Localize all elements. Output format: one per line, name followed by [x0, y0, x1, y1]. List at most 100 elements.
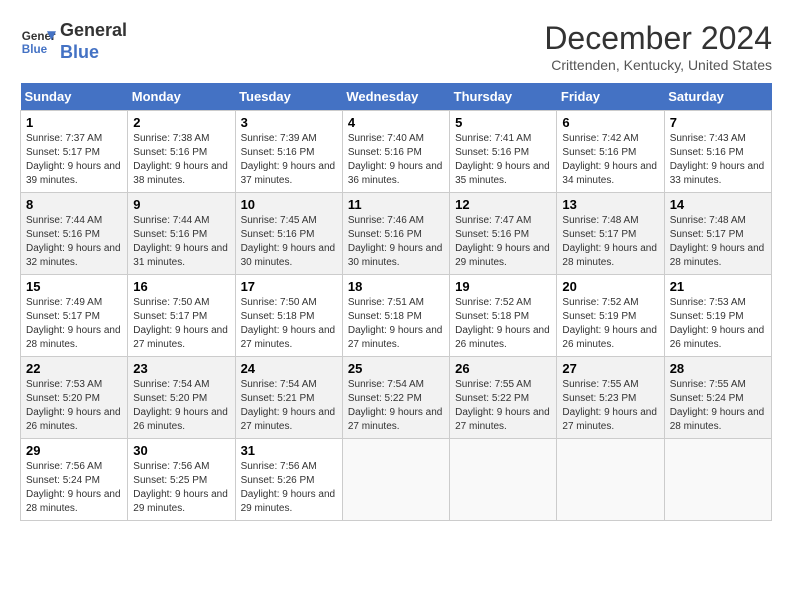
day-number: 20 — [562, 279, 658, 294]
day-info: Sunrise: 7:53 AMSunset: 5:20 PMDaylight:… — [26, 379, 121, 432]
day-number: 14 — [670, 197, 766, 212]
day-number: 17 — [241, 279, 337, 294]
day-number: 22 — [26, 361, 122, 376]
day-info: Sunrise: 7:52 AMSunset: 5:18 PMDaylight:… — [455, 297, 550, 350]
calendar-cell: 7Sunrise: 7:43 AMSunset: 5:16 PMDaylight… — [664, 111, 771, 193]
calendar-cell — [557, 439, 664, 521]
day-info: Sunrise: 7:45 AMSunset: 5:16 PMDaylight:… — [241, 215, 336, 268]
day-info: Sunrise: 7:51 AMSunset: 5:18 PMDaylight:… — [348, 297, 443, 350]
day-info: Sunrise: 7:49 AMSunset: 5:17 PMDaylight:… — [26, 297, 121, 350]
weekday-header-friday: Friday — [557, 83, 664, 111]
calendar-week-row: 22 Sunrise: 7:53 AMSunset: 5:20 PMDayligh… — [21, 357, 772, 439]
calendar-cell: 28 Sunrise: 7:55 AMSunset: 5:24 PMDayligh… — [664, 357, 771, 439]
calendar-cell: 12Sunrise: 7:47 AMSunset: 5:16 PMDayligh… — [450, 193, 557, 275]
calendar-cell: 22 Sunrise: 7:53 AMSunset: 5:20 PMDayligh… — [21, 357, 128, 439]
day-number: 29 — [26, 443, 122, 458]
day-number: 8 — [26, 197, 122, 212]
calendar-cell: 15 Sunrise: 7:49 AMSunset: 5:17 PMDayligh… — [21, 275, 128, 357]
day-number: 16 — [133, 279, 229, 294]
calendar-cell: 4 Sunrise: 7:40 AMSunset: 5:16 PMDaylight… — [342, 111, 449, 193]
calendar-cell: 21Sunrise: 7:53 AMSunset: 5:19 PMDayligh… — [664, 275, 771, 357]
calendar-cell: 27 Sunrise: 7:55 AMSunset: 5:23 PMDayligh… — [557, 357, 664, 439]
day-number: 27 — [562, 361, 658, 376]
day-info: Sunrise: 7:56 AMSunset: 5:24 PMDaylight:… — [26, 461, 121, 514]
title-section: December 2024 Crittenden, Kentucky, Unit… — [544, 20, 772, 73]
day-info: Sunrise: 7:41 AMSunset: 5:16 PMDaylight:… — [455, 133, 550, 186]
weekday-header-row: SundayMondayTuesdayWednesdayThursdayFrid… — [21, 83, 772, 111]
calendar-cell: 11 Sunrise: 7:46 AMSunset: 5:16 PMDayligh… — [342, 193, 449, 275]
calendar-cell: 29 Sunrise: 7:56 AMSunset: 5:24 PMDayligh… — [21, 439, 128, 521]
logo-icon: General Blue — [20, 24, 56, 60]
calendar-week-row: 1 Sunrise: 7:37 AMSunset: 5:17 PMDaylight… — [21, 111, 772, 193]
day-info: Sunrise: 7:44 AMSunset: 5:16 PMDaylight:… — [133, 215, 228, 268]
day-number: 3 — [241, 115, 337, 130]
day-number: 28 — [670, 361, 766, 376]
day-number: 10 — [241, 197, 337, 212]
svg-text:Blue: Blue — [22, 42, 48, 55]
day-number: 25 — [348, 361, 444, 376]
day-number: 1 — [26, 115, 122, 130]
weekday-header-thursday: Thursday — [450, 83, 557, 111]
day-info: Sunrise: 7:40 AMSunset: 5:16 PMDaylight:… — [348, 133, 443, 186]
day-info: Sunrise: 7:39 AMSunset: 5:16 PMDaylight:… — [241, 133, 336, 186]
calendar-cell: 23 Sunrise: 7:54 AMSunset: 5:20 PMDayligh… — [128, 357, 235, 439]
day-number: 19 — [455, 279, 551, 294]
day-info: Sunrise: 7:50 AMSunset: 5:18 PMDaylight:… — [241, 297, 336, 350]
calendar-cell: 9 Sunrise: 7:44 AMSunset: 5:16 PMDaylight… — [128, 193, 235, 275]
calendar-cell: 16 Sunrise: 7:50 AMSunset: 5:17 PMDayligh… — [128, 275, 235, 357]
calendar-week-row: 29 Sunrise: 7:56 AMSunset: 5:24 PMDayligh… — [21, 439, 772, 521]
weekday-header-saturday: Saturday — [664, 83, 771, 111]
day-info: Sunrise: 7:54 AMSunset: 5:22 PMDaylight:… — [348, 379, 443, 432]
day-info: Sunrise: 7:55 AMSunset: 5:22 PMDaylight:… — [455, 379, 550, 432]
day-number: 30 — [133, 443, 229, 458]
day-number: 2 — [133, 115, 229, 130]
day-info: Sunrise: 7:48 AMSunset: 5:17 PMDaylight:… — [670, 215, 765, 268]
day-info: Sunrise: 7:55 AMSunset: 5:24 PMDaylight:… — [670, 379, 765, 432]
calendar-week-row: 15 Sunrise: 7:49 AMSunset: 5:17 PMDayligh… — [21, 275, 772, 357]
calendar-cell: 17 Sunrise: 7:50 AMSunset: 5:18 PMDayligh… — [235, 275, 342, 357]
day-info: Sunrise: 7:38 AMSunset: 5:16 PMDaylight:… — [133, 133, 228, 186]
weekday-header-sunday: Sunday — [21, 83, 128, 111]
day-info: Sunrise: 7:50 AMSunset: 5:17 PMDaylight:… — [133, 297, 228, 350]
calendar-cell: 2 Sunrise: 7:38 AMSunset: 5:16 PMDaylight… — [128, 111, 235, 193]
weekday-header-tuesday: Tuesday — [235, 83, 342, 111]
calendar-cell: 19 Sunrise: 7:52 AMSunset: 5:18 PMDayligh… — [450, 275, 557, 357]
day-info: Sunrise: 7:46 AMSunset: 5:16 PMDaylight:… — [348, 215, 443, 268]
day-number: 7 — [670, 115, 766, 130]
day-info: Sunrise: 7:56 AMSunset: 5:25 PMDaylight:… — [133, 461, 228, 514]
calendar-cell: 5Sunrise: 7:41 AMSunset: 5:16 PMDaylight… — [450, 111, 557, 193]
day-info: Sunrise: 7:48 AMSunset: 5:17 PMDaylight:… — [562, 215, 657, 268]
day-number: 24 — [241, 361, 337, 376]
calendar-cell — [664, 439, 771, 521]
day-info: Sunrise: 7:44 AMSunset: 5:16 PMDaylight:… — [26, 215, 121, 268]
day-info: Sunrise: 7:42 AMSunset: 5:16 PMDaylight:… — [562, 133, 657, 186]
page-header: General Blue General Blue December 2024 … — [20, 20, 772, 73]
calendar-cell: 10 Sunrise: 7:45 AMSunset: 5:16 PMDayligh… — [235, 193, 342, 275]
day-number: 31 — [241, 443, 337, 458]
day-number: 9 — [133, 197, 229, 212]
day-number: 15 — [26, 279, 122, 294]
calendar-cell: 25 Sunrise: 7:54 AMSunset: 5:22 PMDayligh… — [342, 357, 449, 439]
day-number: 23 — [133, 361, 229, 376]
day-number: 6 — [562, 115, 658, 130]
month-year-title: December 2024 — [544, 20, 772, 57]
calendar-cell: 20Sunrise: 7:52 AMSunset: 5:19 PMDayligh… — [557, 275, 664, 357]
calendar-week-row: 8 Sunrise: 7:44 AMSunset: 5:16 PMDaylight… — [21, 193, 772, 275]
calendar-cell: 26Sunrise: 7:55 AMSunset: 5:22 PMDayligh… — [450, 357, 557, 439]
day-info: Sunrise: 7:37 AMSunset: 5:17 PMDaylight:… — [26, 133, 121, 186]
day-number: 11 — [348, 197, 444, 212]
calendar-cell: 30 Sunrise: 7:56 AMSunset: 5:25 PMDayligh… — [128, 439, 235, 521]
day-number: 4 — [348, 115, 444, 130]
calendar-cell: 31Sunrise: 7:56 AMSunset: 5:26 PMDayligh… — [235, 439, 342, 521]
day-info: Sunrise: 7:55 AMSunset: 5:23 PMDaylight:… — [562, 379, 657, 432]
calendar-cell — [450, 439, 557, 521]
calendar-cell: 1 Sunrise: 7:37 AMSunset: 5:17 PMDaylight… — [21, 111, 128, 193]
calendar-cell: 18Sunrise: 7:51 AMSunset: 5:18 PMDayligh… — [342, 275, 449, 357]
calendar-cell: 3 Sunrise: 7:39 AMSunset: 5:16 PMDaylight… — [235, 111, 342, 193]
day-info: Sunrise: 7:53 AMSunset: 5:19 PMDaylight:… — [670, 297, 765, 350]
logo-text-line1: General — [60, 20, 127, 42]
calendar-cell — [342, 439, 449, 521]
day-info: Sunrise: 7:47 AMSunset: 5:16 PMDaylight:… — [455, 215, 550, 268]
day-info: Sunrise: 7:54 AMSunset: 5:21 PMDaylight:… — [241, 379, 336, 432]
day-info: Sunrise: 7:54 AMSunset: 5:20 PMDaylight:… — [133, 379, 228, 432]
